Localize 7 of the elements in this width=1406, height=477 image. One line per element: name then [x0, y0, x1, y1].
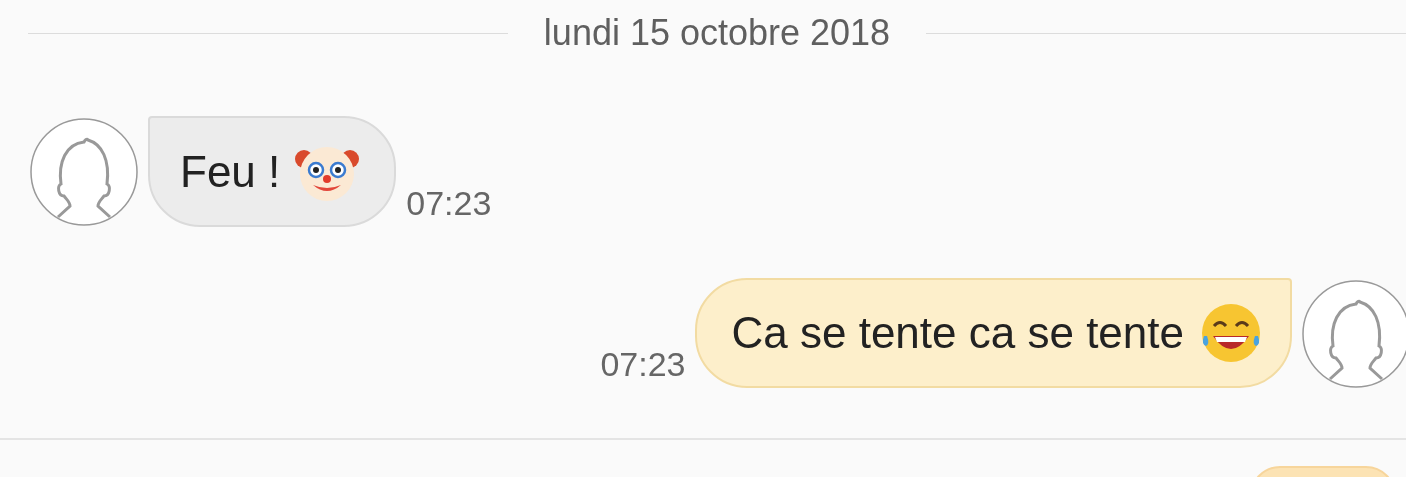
avatar-icon [1302, 280, 1406, 388]
message-text: Feu ! [180, 146, 281, 197]
message-time: 07:23 [406, 184, 492, 224]
message-time: 07:23 [600, 345, 686, 385]
avatar-icon [30, 118, 138, 226]
message-text: Ca se tente ca se tente [731, 308, 1184, 358]
date-header: lundi 15 octobre 2018 [543, 12, 891, 54]
